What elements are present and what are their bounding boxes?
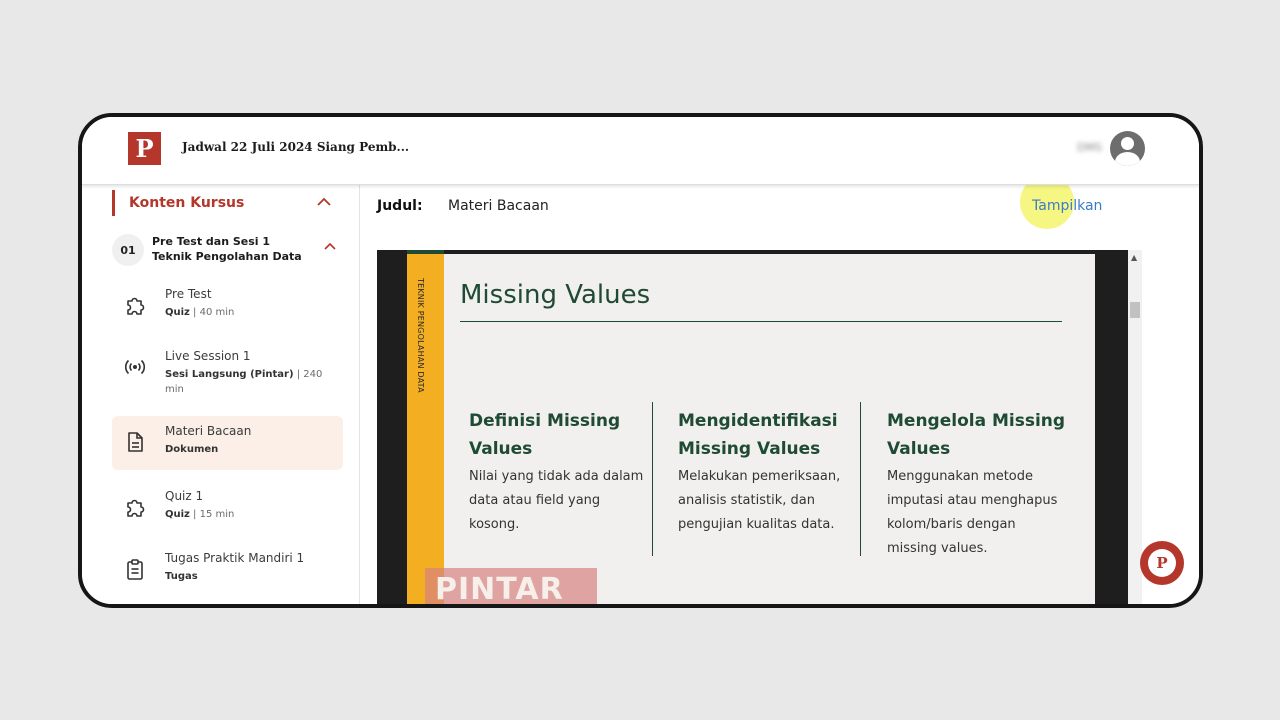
slide-column-mengelola: Mengelola Missing Values Menggunakan met… (887, 407, 1067, 561)
slide-face: TEKNIK PENGOLAHAN DATA Missing Values De… (407, 254, 1095, 604)
sidebar-item-materi-bacaan[interactable]: Materi Bacaan Dokumen (112, 416, 343, 470)
puzzle-icon (127, 499, 145, 517)
chat-help-button[interactable]: P (1140, 541, 1184, 585)
column-heading: Mengidentifikasi Missing Values (678, 411, 838, 459)
top-bar: P Jadwal 22 Juli 2024 Siang Pemb... DMS (82, 117, 1199, 185)
item-name: Materi Bacaan (165, 424, 252, 438)
course-sidebar: Konten Kursus 01 Pre Test dan Sesi 1 Tek… (82, 185, 360, 604)
item-name: Pre Test (165, 287, 212, 301)
scroll-up-arrow-icon[interactable]: ▲ (1131, 253, 1137, 262)
slide-page: TEKNIK PENGOLAHAN DATA Missing Values De… (377, 250, 1128, 604)
item-name: Live Session 1 (165, 349, 251, 363)
clipboard-icon (127, 559, 143, 580)
app-window: P Jadwal 22 Juli 2024 Siang Pemb... DMS … (78, 113, 1203, 608)
viewer-scrollbar[interactable]: ▲ (1128, 250, 1142, 604)
chat-bubble-icon: P (1148, 549, 1176, 577)
pintar-watermark: PINTAR (425, 568, 597, 604)
document-viewer[interactable]: TEKNIK PENGOLAHAN DATA Missing Values De… (377, 250, 1142, 604)
item-name: Tugas Praktik Mandiri 1 (165, 551, 305, 565)
item-meta: Dokumen (165, 444, 219, 455)
user-avatar[interactable] (1110, 131, 1145, 166)
slide-column-mengidentifikasi: Mengidentifikasi Missing Values Melakuka… (678, 407, 858, 537)
slide-title: Missing Values (460, 280, 651, 310)
session-number: 01 (112, 234, 144, 266)
course-content-header[interactable]: Konten Kursus (112, 190, 332, 216)
course-content-title: Konten Kursus (129, 195, 245, 211)
chevron-up-icon[interactable] (323, 240, 337, 254)
broadcast-icon (124, 359, 146, 375)
item-meta: Tugas (165, 571, 198, 582)
item-name: Quiz 1 (165, 489, 204, 503)
column-body: Nilai yang tidak ada dalam data atau fie… (469, 469, 644, 532)
sidebar-item-live-session[interactable]: Live Session 1 Sesi Langsung (Pintar) | … (112, 341, 343, 395)
slide-column-definisi: Definisi Missing Values Nilai yang tidak… (469, 407, 649, 537)
column-body: Menggunakan metode imputasi atau menghap… (887, 469, 1058, 556)
pintar-logo[interactable]: P (128, 132, 161, 165)
sidebar-item-quiz-1[interactable]: Quiz 1 Quiz | 15 min (112, 481, 343, 535)
document-icon (128, 432, 143, 452)
judul-value: Materi Bacaan (448, 198, 549, 214)
scrollbar-thumb[interactable] (1130, 302, 1140, 318)
column-divider (860, 402, 861, 556)
item-meta: Quiz | 40 min (165, 307, 235, 318)
column-heading: Mengelola Missing Values (887, 411, 1066, 459)
slide-side-label: TEKNIK PENGOLAHAN DATA (416, 278, 425, 393)
tampilkan-link[interactable]: Tampilkan (1032, 198, 1102, 214)
sidebar-item-pre-test[interactable]: Pre Test Quiz | 40 min (112, 279, 343, 333)
user-name: DMS (1077, 141, 1102, 154)
content-area: Judul: Materi Bacaan Tampilkan TEKNIK PE… (361, 175, 1199, 604)
judul-label: Judul: (377, 198, 423, 214)
column-divider (652, 402, 653, 556)
course-title: Jadwal 22 Juli 2024 Siang Pemb... (182, 140, 410, 154)
slide-side-band (407, 254, 444, 604)
chevron-up-icon[interactable] (316, 194, 332, 210)
puzzle-icon (127, 297, 145, 315)
sidebar-item-tugas-praktik[interactable]: Tugas Praktik Mandiri 1 Tugas (112, 543, 343, 597)
item-meta: Sesi Langsung (Pintar) | 240 min (165, 369, 323, 395)
column-body: Melakukan pemeriksaan, analisis statisti… (678, 469, 841, 532)
avatar-head (1121, 137, 1134, 150)
item-meta: Quiz | 15 min (165, 509, 235, 520)
avatar-body (1115, 152, 1140, 166)
slide-title-rule (460, 321, 1062, 322)
column-heading: Definisi Missing Values (469, 411, 621, 459)
session-header[interactable]: 01 Pre Test dan Sesi 1 Teknik Pengolahan… (112, 231, 337, 269)
session-title: Pre Test dan Sesi 1 Teknik Pengolahan Da… (152, 235, 302, 263)
